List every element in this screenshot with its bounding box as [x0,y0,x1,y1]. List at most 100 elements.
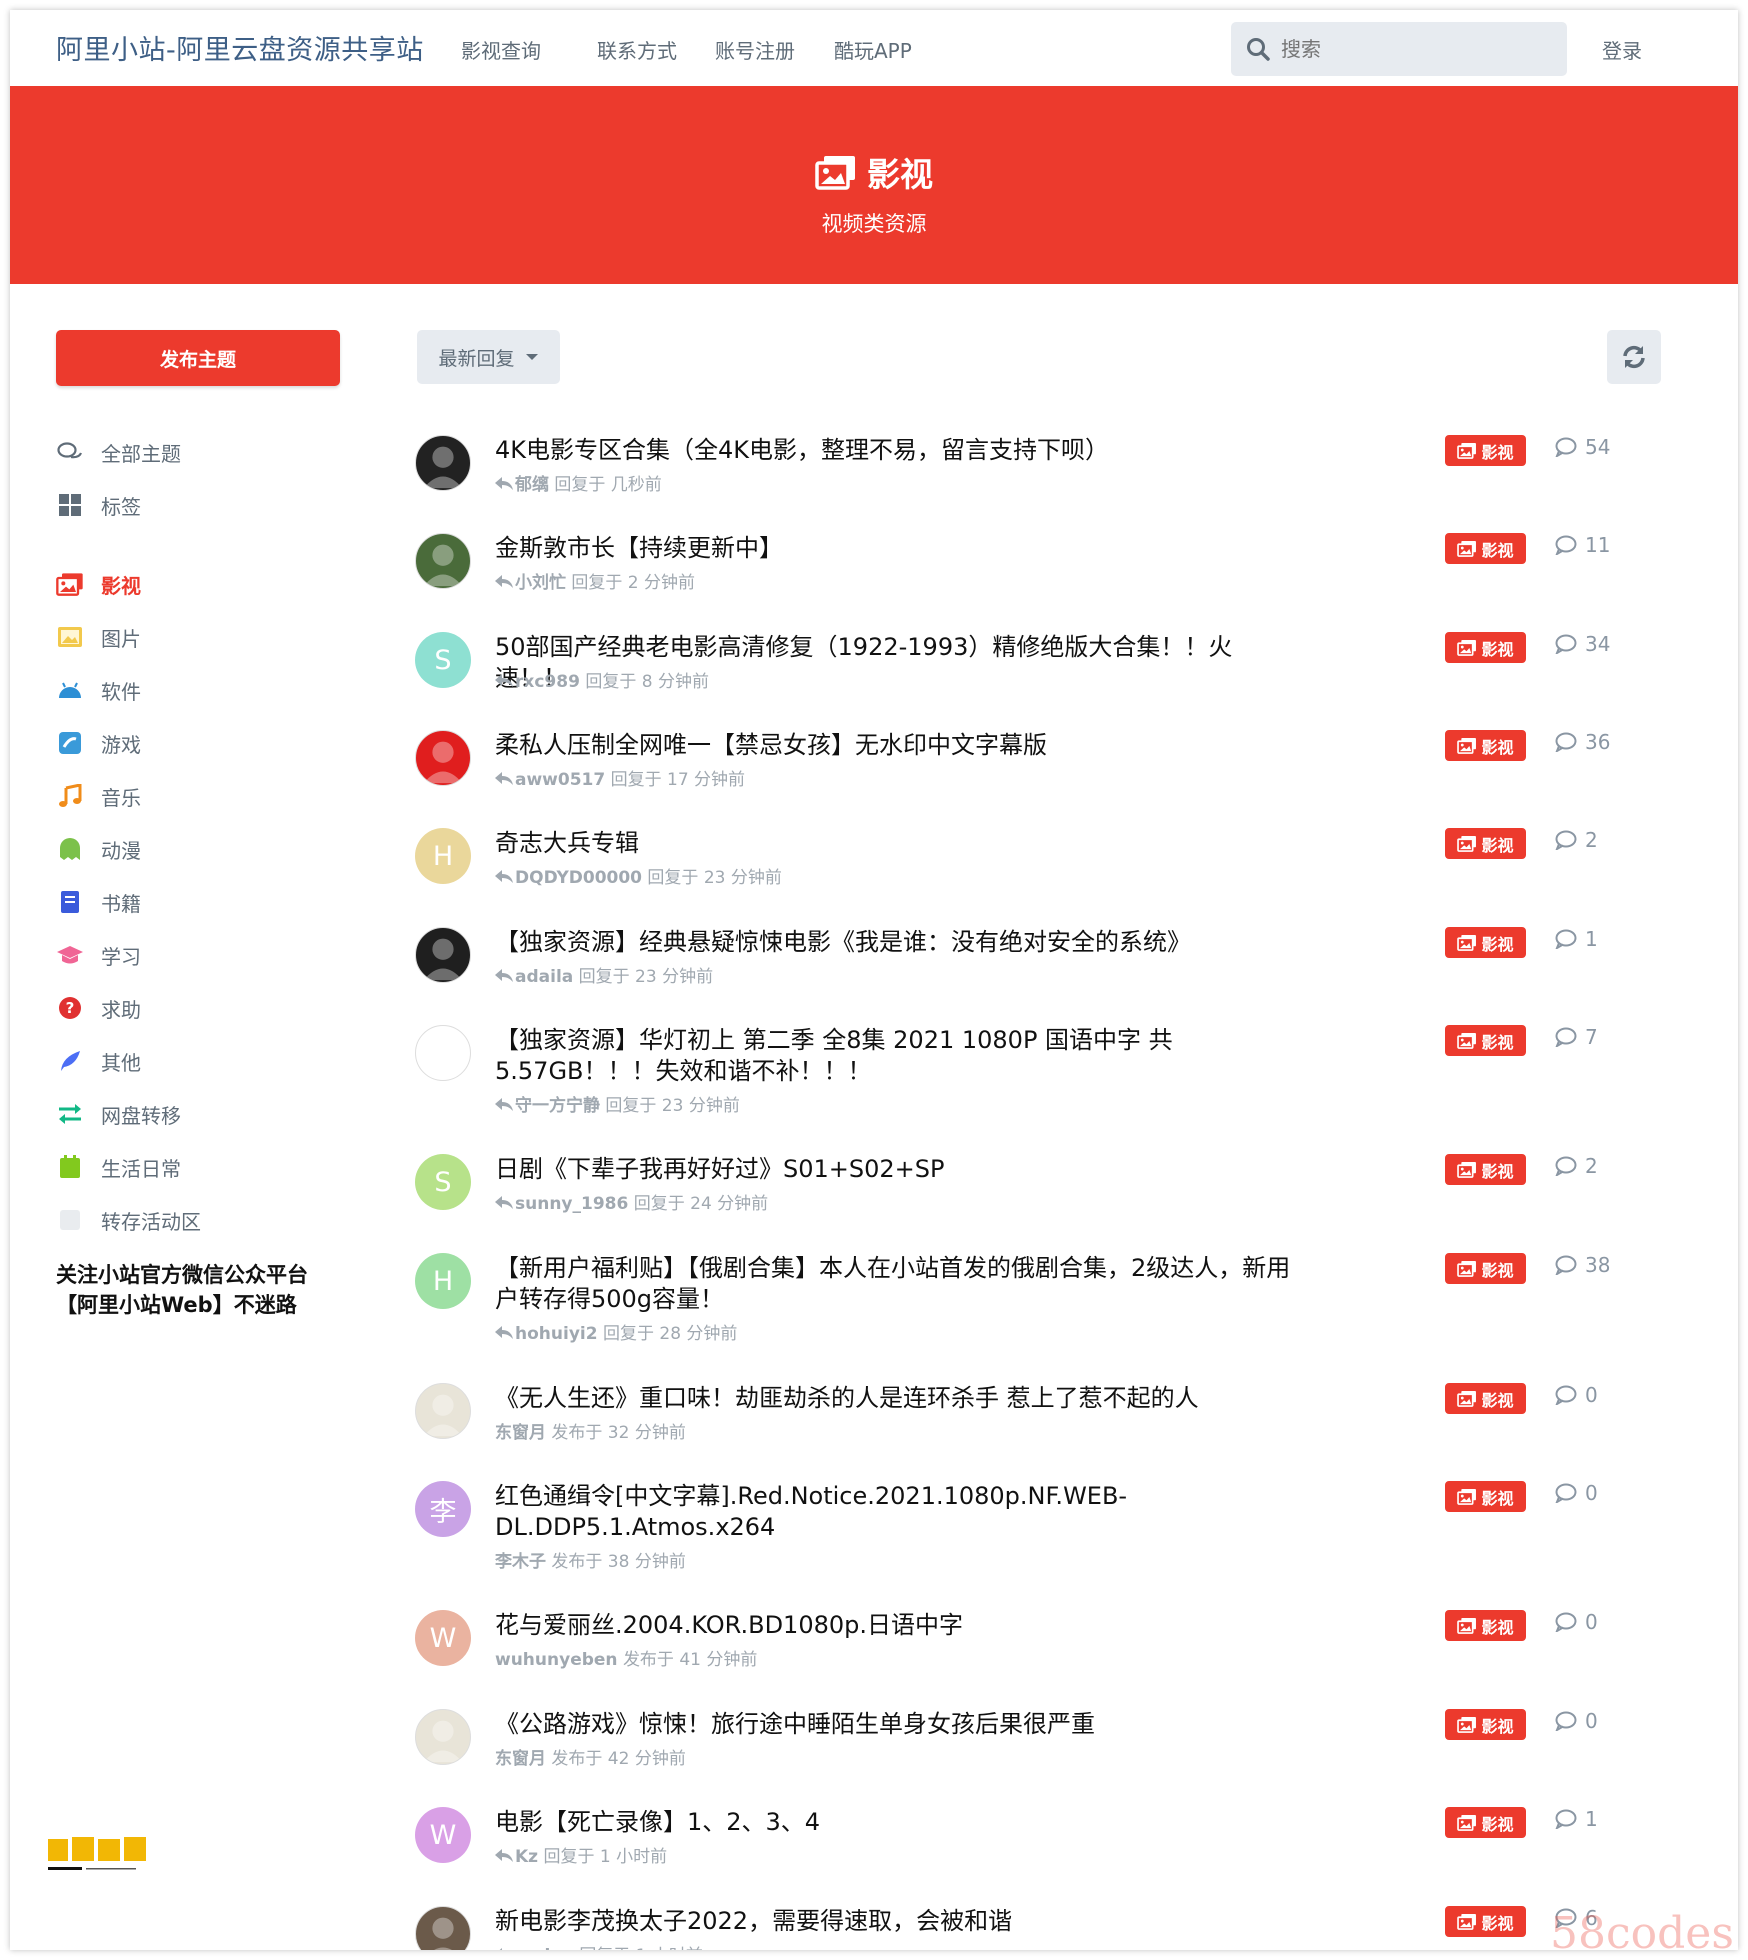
post-topic-button[interactable]: 发布主题 [56,330,340,386]
discussion-title[interactable]: 新电影李茂换太子2022，需要得速取，会被和谐 [495,1906,1295,1937]
sidebar-item[interactable]: 软件 [56,674,141,706]
sidebar-item[interactable]: 全部主题 [56,436,181,468]
author-name[interactable]: sunny_1986 [515,1194,628,1214]
sidebar-item-label: 影视 [101,573,141,598]
comment-icon [1555,1711,1577,1731]
tag-badge[interactable]: 影视 [1445,1253,1526,1284]
avatar[interactable] [415,1906,471,1950]
discussion-title[interactable]: 《无人生还》重口味！劫匪劫杀的人是连环杀手 惹上了惹不起的人 [495,1383,1295,1414]
reply-count-value: 2 [1585,1154,1598,1178]
sidebar-item-label: 书籍 [101,891,141,916]
grid-icon [56,491,84,519]
tag-badge[interactable]: 影视 [1445,1610,1526,1641]
tag-badge[interactable]: 影视 [1445,1807,1526,1838]
author-name[interactable]: 小刘忙 [515,573,566,593]
author-name[interactable]: 李木子 [495,1552,546,1572]
tag-badge[interactable]: 影视 [1445,435,1526,466]
sidebar-item[interactable]: 游戏 [56,727,141,759]
discussion-title[interactable]: 红色通缉令[中文字幕].Red.Notice.2021.1080p.NF.WEB… [495,1481,1295,1543]
sidebar-item[interactable]: 书籍 [56,886,141,918]
sidebar-item-label: 学习 [101,944,141,969]
avatar[interactable]: H [415,828,471,884]
avatar[interactable] [415,435,471,491]
tag-badge[interactable]: 影视 [1445,1481,1526,1512]
post-time: 回复于 23 分钟前 [647,868,782,888]
discussion-title[interactable]: 4K电影专区合集（全4K电影，整理不易，留言支持下呗） [495,435,1295,466]
calendar-icon [56,1153,84,1181]
discussion-title[interactable]: 【独家资源】经典悬疑惊悚电影《我是谁：没有绝对安全的系统》 [495,927,1295,958]
discussion-title[interactable]: 【独家资源】华灯初上 第二季 全8集 2021 1080P 国语中字 共5.57… [495,1025,1295,1087]
author-name[interactable]: 郁缡 [515,475,549,495]
sidebar-item[interactable]: 生活日常 [56,1151,181,1183]
reply-count: 36 [1555,730,1610,754]
avatar[interactable] [415,1383,471,1439]
tag-badge[interactable]: 影视 [1445,1709,1526,1740]
svg-text:?: ? [66,999,75,1017]
tag-label: 影视 [1481,1161,1514,1181]
images-icon [1457,639,1477,656]
post-time: 发布于 32 分钟前 [551,1423,686,1443]
author-name[interactable]: 东窗月 [495,1423,546,1443]
tag-badge[interactable]: 影视 [1445,927,1526,958]
images-icon [1457,1161,1477,1178]
tag-badge[interactable]: 影视 [1445,1906,1526,1937]
avatar[interactable]: H [415,1253,471,1309]
reply-count: 7 [1555,1025,1598,1049]
discussion-meta: 李木子 发布于 38 分钟前 [495,1547,686,1572]
discussion-title[interactable]: 电影【死亡录像】1、2、3、4 [495,1807,1295,1838]
discussion-title[interactable]: 奇志大兵专辑 [495,828,1295,859]
author-name[interactable]: adaila [515,967,573,987]
author-name[interactable]: Kz [515,1847,538,1867]
avatar[interactable] [415,927,471,983]
site-title[interactable]: 阿里小站-阿里云盘资源共享站 [56,28,424,67]
discussion-title[interactable]: 柔私人压制全网唯一【禁忌女孩】无水印中文字幕版 [495,730,1295,761]
sidebar-item[interactable]: 其他 [56,1045,141,1077]
ghost-icon [56,835,84,863]
author-name[interactable]: rxc989 [515,672,580,692]
tag-badge[interactable]: 影视 [1445,632,1526,663]
sidebar-item[interactable]: 转存活动区 [56,1204,201,1236]
sidebar-item[interactable]: 学习 [56,939,141,971]
tag-badge[interactable]: 影视 [1445,533,1526,564]
author-name[interactable]: aww0517 [515,770,605,790]
promo-line-2: 【阿里小站Web】不迷路 [56,1293,297,1317]
sidebar-item[interactable]: 动漫 [56,833,141,865]
avatar-image [423,544,463,587]
author-name[interactable]: a-xian [515,1946,574,1950]
discussion-title[interactable]: 花与爱丽丝.2004.KOR.BD1080p.日语中字 [495,1610,1295,1641]
discussion-meta: adaila 回复于 23 分钟前 [495,962,713,987]
tag-badge[interactable]: 影视 [1445,828,1526,859]
avatar[interactable] [415,1709,471,1765]
tag-badge[interactable]: 影视 [1445,730,1526,761]
tag-badge[interactable]: 影视 [1445,1154,1526,1185]
discussion-title[interactable]: 《公路游戏》惊悚！旅行途中睡陌生单身女孩后果很严重 [495,1709,1295,1740]
avatar[interactable]: 李 [415,1481,471,1537]
avatar[interactable] [415,1025,471,1081]
avatar[interactable]: S [415,632,471,688]
sidebar-item[interactable]: 标签 [56,489,141,521]
discussion-title[interactable]: 日剧《下辈子我再好好过》S01+S02+SP [495,1154,1295,1185]
author-name[interactable]: 东窗月 [495,1749,546,1769]
tag-badge[interactable]: 影视 [1445,1383,1526,1414]
avatar-image [423,1036,463,1079]
discussion-meta: a-xian 回复于 1 小时前 [495,1941,703,1950]
avatar[interactable] [415,533,471,589]
sidebar-item[interactable]: 网盘转移 [56,1098,181,1130]
comment-icon [1555,1255,1577,1275]
avatar[interactable]: S [415,1154,471,1210]
author-name[interactable]: 守一方宁静 [515,1096,600,1116]
avatar[interactable]: W [415,1610,471,1666]
discussion-meta: 郁缡 回复于 几秒前 [495,470,662,495]
avatar[interactable] [415,730,471,786]
tag-badge[interactable]: 影视 [1445,1025,1526,1056]
author-name[interactable]: hohuiyi2 [515,1324,598,1344]
avatar[interactable]: W [415,1807,471,1863]
discussion-title[interactable]: 【新用户福利贴】【俄剧合集】本人在小站首发的俄剧合集，2级达人，新用户转存得50… [495,1253,1295,1315]
sidebar-item[interactable]: ? 求助 [56,992,141,1024]
discussion-title[interactable]: 金斯敦市长【持续更新中】 [495,533,1295,564]
sidebar-item[interactable]: 音乐 [56,780,141,812]
author-name[interactable]: wuhunyeben [495,1650,618,1670]
sidebar-item[interactable]: 图片 [56,621,141,653]
sidebar-item[interactable]: 影视 [56,568,141,600]
author-name[interactable]: DQDYD00000 [515,868,642,888]
